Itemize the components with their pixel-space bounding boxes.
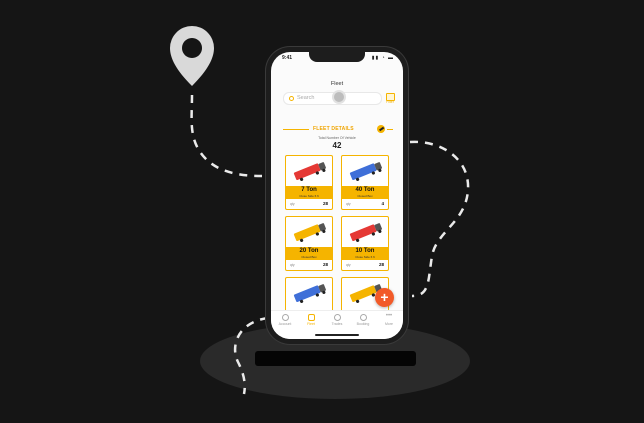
section-header: FLEET DETAILS — [283, 124, 393, 134]
tab-account[interactable]: Account — [272, 314, 298, 326]
truck-icon — [349, 162, 382, 181]
filter-label: Filter — [386, 100, 394, 104]
dashed-route-right — [409, 140, 470, 298]
vehicle-type: Closed Box — [357, 194, 373, 198]
total-vehicles-label: Total Number Of Vehicle — [318, 136, 356, 140]
vehicle-type: Closed Box — [301, 255, 317, 259]
vehicle-capacity: 20 Ton — [299, 248, 319, 254]
more-icon: ••• — [385, 313, 393, 319]
quantity-value: 4 — [381, 201, 384, 206]
tab-label: Booking — [356, 322, 370, 326]
trades-icon — [333, 314, 341, 321]
tab-label: Account — [278, 322, 292, 326]
vehicle-type: Close Side 6 ft — [355, 255, 375, 259]
edit-icon[interactable] — [377, 125, 385, 133]
vehicle-capacity: 7 Ton — [301, 187, 317, 193]
truck-icon — [349, 223, 382, 242]
total-vehicles-count: 42 — [332, 141, 342, 150]
phone-base-shadow — [255, 351, 416, 366]
card-band: 20 Ton Closed Box — [286, 247, 332, 260]
dashed-route-left — [190, 94, 263, 178]
quantity-label: qty — [346, 202, 351, 206]
divider — [387, 129, 393, 130]
card-footer: qty 28 — [286, 199, 332, 209]
status-time: 9:41 — [282, 55, 293, 61]
quantity-label: qty — [346, 263, 351, 267]
quantity-label: qty — [290, 263, 295, 267]
search-icon — [289, 96, 294, 101]
divider — [283, 129, 309, 130]
card-footer: qty 4 — [342, 199, 388, 209]
status-icons: ▮▮ ◔ ▬ — [371, 55, 394, 61]
card-footer: qty 28 — [286, 260, 332, 270]
page-title: Fleet — [330, 81, 344, 87]
account-icon — [281, 314, 289, 321]
quantity-value: 28 — [378, 262, 384, 267]
tab-label: More — [385, 322, 393, 326]
camera-overlay-icon — [332, 90, 346, 104]
add-vehicle-button[interactable]: + — [375, 288, 394, 307]
vehicle-capacity: 10 Ton — [355, 248, 375, 254]
tab-label: Fleet — [307, 322, 315, 326]
quantity-label: qty — [290, 202, 295, 206]
vehicle-card[interactable]: 40 Ton Closed Box qty 4 — [341, 155, 389, 210]
vehicle-card[interactable]: 10 Ton Close Side 6 ft qty 28 — [341, 216, 389, 271]
app-screen: 9:41 ▮▮ ◔ ▬ Fleet Search Filter FLEET DE… — [271, 52, 403, 339]
tab-more[interactable]: ••• More — [376, 313, 402, 326]
vehicle-capacity: 40 Ton — [355, 187, 375, 193]
truck-icon — [293, 223, 326, 242]
phone-frame: 9:41 ▮▮ ◔ ▬ Fleet Search Filter FLEET DE… — [266, 47, 408, 344]
card-band: 10 Ton Close Side 6 ft — [342, 247, 388, 260]
quantity-value: 28 — [322, 262, 328, 267]
tab-label: Trades — [331, 322, 343, 326]
phone-notch — [309, 52, 365, 62]
search-placeholder: Search — [297, 95, 315, 101]
vehicle-card[interactable]: 7 Ton Close Side 6 ft qty 28 — [285, 155, 333, 210]
section-title: FLEET DETAILS — [313, 126, 354, 132]
vehicle-type: Close Side 6 ft — [299, 194, 319, 198]
card-footer: qty 28 — [342, 260, 388, 270]
card-band: 40 Ton Closed Box — [342, 186, 388, 199]
card-band: 7 Ton Close Side 6 ft — [286, 186, 332, 199]
truck-icon — [293, 162, 326, 181]
vehicle-card[interactable]: 20 Ton Closed Box qty 28 — [285, 216, 333, 271]
quantity-value: 28 — [322, 201, 328, 206]
truck-icon — [307, 314, 315, 321]
home-indicator — [315, 334, 359, 336]
tab-trades[interactable]: Trades — [324, 314, 350, 326]
truck-icon — [293, 284, 326, 303]
tab-fleet[interactable]: Fleet — [298, 314, 324, 326]
booking-icon — [359, 314, 367, 321]
filter-button[interactable]: Filter — [384, 92, 396, 105]
tab-booking[interactable]: Booking — [350, 314, 376, 326]
location-pin-icon — [170, 26, 214, 86]
